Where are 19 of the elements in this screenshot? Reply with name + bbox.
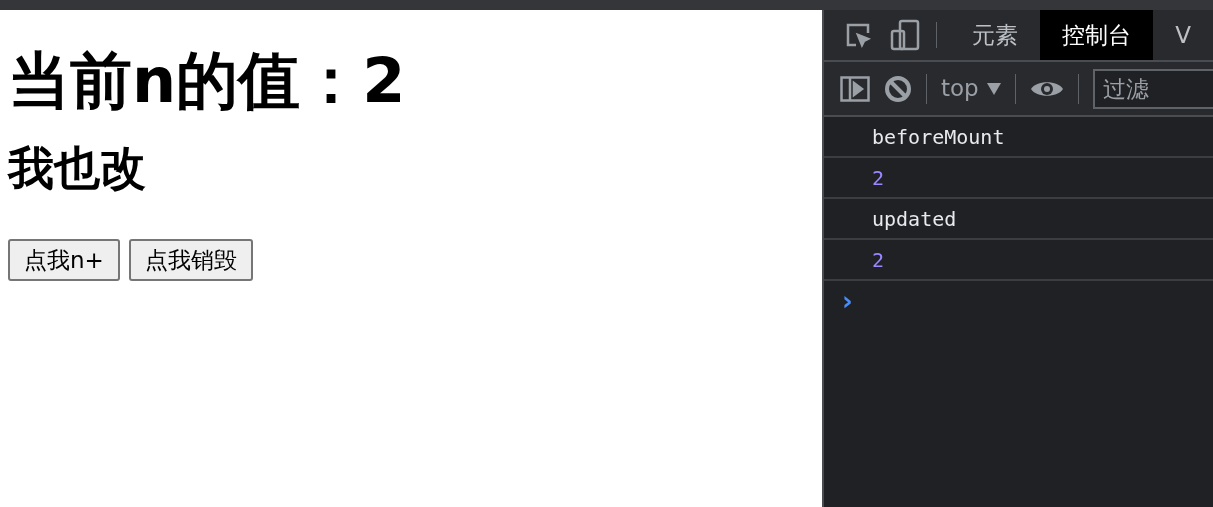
clear-console-icon[interactable] [884, 74, 912, 103]
page-subheading: 我也改 [8, 145, 147, 191]
console-message: 2 [872, 164, 885, 192]
inspect-icon[interactable] [844, 21, 872, 49]
devtools-tab[interactable]: V [1153, 10, 1213, 60]
page-heading: 当前n的值：2 [8, 50, 407, 112]
dropdown-icon [986, 82, 1001, 95]
context-selector[interactable]: top [941, 71, 1001, 106]
page-button[interactable]: 点我销毁 [128, 239, 253, 281]
console-message: updated [872, 205, 957, 233]
filter-field[interactable]: 过滤 [1092, 68, 1213, 109]
page-button[interactable]: 点我n+ [8, 239, 120, 281]
console-message: 2 [872, 246, 885, 274]
devtools-tab[interactable]: 元素 [950, 10, 1041, 60]
console-prompt[interactable]: › [842, 288, 853, 314]
sidebar-toggle-icon[interactable] [840, 75, 870, 102]
console-message: beforeMount [872, 123, 1005, 151]
device-icon[interactable] [890, 19, 920, 51]
devtools-tab[interactable]: 控制台 [1040, 10, 1154, 60]
